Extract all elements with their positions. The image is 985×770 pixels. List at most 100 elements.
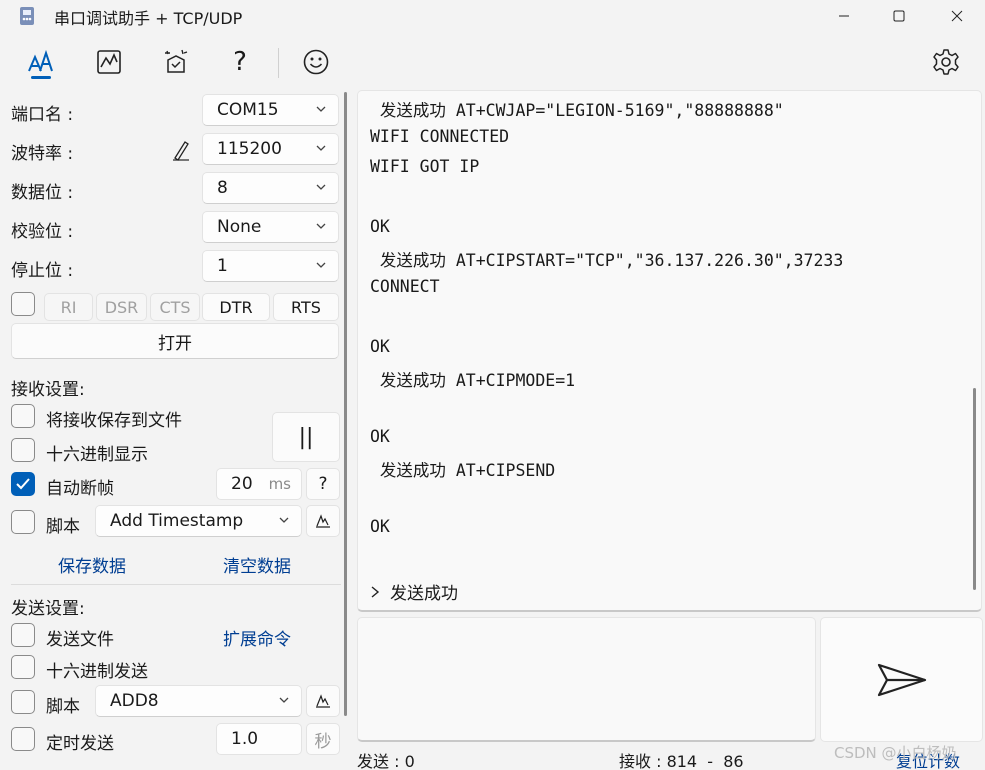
settings-button[interactable]	[928, 44, 964, 80]
log-line: OK	[370, 217, 390, 236]
cts-button[interactable]: CTS	[150, 293, 200, 321]
send-script-select[interactable]: ADD8	[95, 685, 302, 717]
signature-icon	[316, 694, 330, 708]
log-line: 发送成功 AT+CIPSTART="TCP","36.137.226.30",3…	[370, 251, 844, 270]
send-script-checkbox[interactable]	[11, 690, 35, 714]
save-to-file-checkbox[interactable]	[11, 404, 35, 428]
sparkle-button[interactable]	[158, 44, 194, 80]
log-line: OK	[370, 427, 390, 446]
close-button[interactable]	[934, 0, 980, 32]
stopbits-value: 1	[217, 256, 228, 276]
active-tab-indicator	[31, 76, 51, 79]
parity-select[interactable]: None	[202, 211, 339, 243]
parity-label: 校验位 :	[11, 222, 74, 242]
help-button[interactable]: ?	[222, 44, 258, 80]
send-input[interactable]	[357, 617, 816, 742]
log-scrollbar[interactable]	[973, 388, 976, 590]
hex-display-checkbox[interactable]	[11, 438, 35, 462]
toolbar-divider	[278, 48, 279, 78]
send-file-checkbox[interactable]	[11, 623, 35, 647]
log-footer[interactable]: 发送成功	[370, 579, 458, 604]
recv-script-checkbox[interactable]	[11, 510, 35, 534]
text-mode-icon	[28, 49, 53, 72]
recv-script-label: 脚本	[46, 517, 80, 537]
timed-interval-input[interactable]: 1.0	[216, 723, 302, 755]
stopbits-select[interactable]: 1	[202, 250, 339, 282]
signature-icon	[316, 514, 330, 528]
title-bar: 串口调试助手 + TCP/UDP	[0, 0, 985, 32]
recv-script-edit-button[interactable]	[306, 505, 340, 537]
log-line: 发送成功 AT+CWJAP="LEGION-5169","88888888"	[370, 101, 784, 120]
frame-timeout-unit: ms	[268, 475, 291, 493]
extend-command-link[interactable]: 扩展命令	[223, 625, 291, 650]
minimize-button[interactable]	[821, 0, 867, 32]
frame-help-button[interactable]: ?	[306, 468, 340, 500]
send-script-value: ADD8	[110, 691, 159, 711]
frame-timeout-input[interactable]: 20 ms	[216, 468, 302, 500]
pause-button[interactable]: ||	[272, 412, 340, 462]
chevron-down-icon	[316, 145, 326, 151]
log-footer-text: 发送成功	[390, 584, 458, 604]
save-to-file-label: 将接收保存到文件	[46, 411, 182, 431]
hex-display-label: 十六进制显示	[46, 445, 148, 465]
timed-send-checkbox[interactable]	[11, 727, 35, 751]
parity-value: None	[217, 217, 262, 237]
rts-button[interactable]: RTS	[273, 293, 339, 321]
timed-unit-label: 秒	[306, 723, 340, 755]
port-label: 端口名 :	[11, 105, 74, 125]
databits-select[interactable]: 8	[202, 172, 339, 204]
send-script-edit-button[interactable]	[306, 685, 340, 717]
log-line: 发送成功 AT+CIPSEND	[370, 461, 556, 480]
timed-send-label: 定时发送	[46, 734, 114, 754]
close-icon	[951, 10, 963, 22]
toolbar: ?	[0, 36, 985, 88]
save-data-link[interactable]: 保存数据	[58, 552, 126, 577]
minimize-icon	[839, 15, 849, 17]
databits-label: 数据位 :	[11, 183, 74, 203]
ri-button[interactable]: RI	[44, 293, 93, 321]
dsr-button[interactable]: DSR	[96, 293, 147, 321]
pen-icon[interactable]	[170, 138, 192, 162]
receive-log[interactable]: 发送成功 AT+CWJAP="LEGION-5169","88888888" WI…	[357, 90, 982, 612]
baud-value: 115200	[217, 139, 282, 159]
auto-frame-label: 自动断帧	[46, 479, 114, 499]
timed-unit: 秒	[314, 731, 332, 752]
hex-send-checkbox[interactable]	[11, 655, 35, 679]
smiley-icon	[303, 49, 329, 75]
recv-script-select[interactable]: Add Timestamp	[95, 505, 302, 537]
text-mode-button[interactable]	[23, 44, 59, 80]
timed-interval-value: 1.0	[231, 729, 259, 749]
maximize-button[interactable]	[876, 0, 922, 32]
settings-gear-icon	[933, 49, 959, 75]
databits-value: 8	[217, 178, 228, 198]
open-port-button[interactable]: 打开	[11, 323, 339, 359]
log-line: CONNECT	[370, 277, 440, 296]
app-icon	[20, 7, 34, 25]
pins-checkbox[interactable]	[11, 292, 35, 316]
send-button[interactable]	[820, 617, 983, 742]
baud-select[interactable]: 115200	[202, 133, 339, 165]
section-divider	[11, 584, 341, 585]
check-icon	[16, 478, 30, 490]
chart-button[interactable]	[91, 44, 127, 80]
receive-settings-label: 接收设置:	[11, 380, 85, 400]
dtr-button[interactable]: DTR	[202, 293, 270, 321]
log-line: WIFI CONNECTED	[370, 127, 510, 146]
recv-script-value: Add Timestamp	[110, 511, 244, 531]
sparkle-icon	[165, 49, 188, 73]
clear-data-link[interactable]: 清空数据	[223, 552, 291, 577]
smiley-button[interactable]	[298, 44, 334, 80]
settings-scrollbar[interactable]	[344, 92, 347, 716]
auto-frame-checkbox[interactable]	[11, 472, 35, 496]
send-settings-label: 发送设置:	[11, 599, 85, 619]
log-line: 发送成功 AT+CIPMODE=1	[370, 371, 576, 390]
send-file-label: 发送文件	[46, 630, 114, 650]
watermark: CSDN @小白杨奶	[834, 744, 957, 762]
port-select[interactable]: COM15	[202, 94, 339, 126]
chevron-down-icon	[279, 697, 289, 703]
log-line: OK	[370, 517, 390, 536]
chevron-down-icon	[316, 262, 326, 268]
port-value: COM15	[217, 100, 279, 120]
chevron-down-icon	[279, 517, 289, 523]
pause-icon: ||	[298, 424, 314, 450]
